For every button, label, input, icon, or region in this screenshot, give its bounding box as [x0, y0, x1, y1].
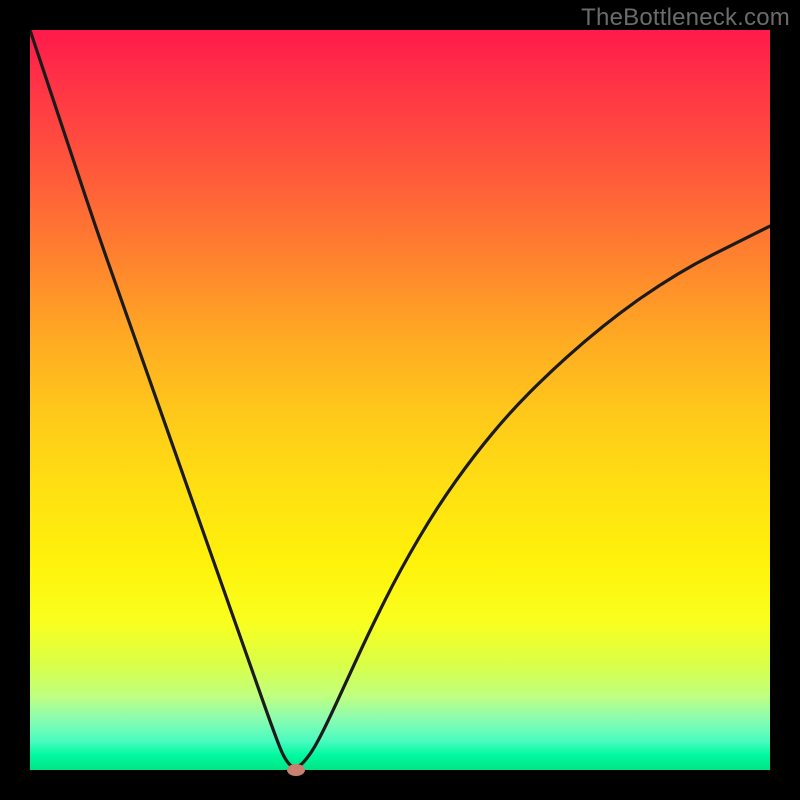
curve-path: [30, 30, 770, 767]
chart-container: TheBottleneck.com: [0, 0, 800, 800]
minimum-marker: [287, 764, 305, 776]
plot-area: [30, 30, 770, 770]
bottleneck-curve: [30, 30, 770, 770]
watermark-text: TheBottleneck.com: [581, 4, 790, 32]
